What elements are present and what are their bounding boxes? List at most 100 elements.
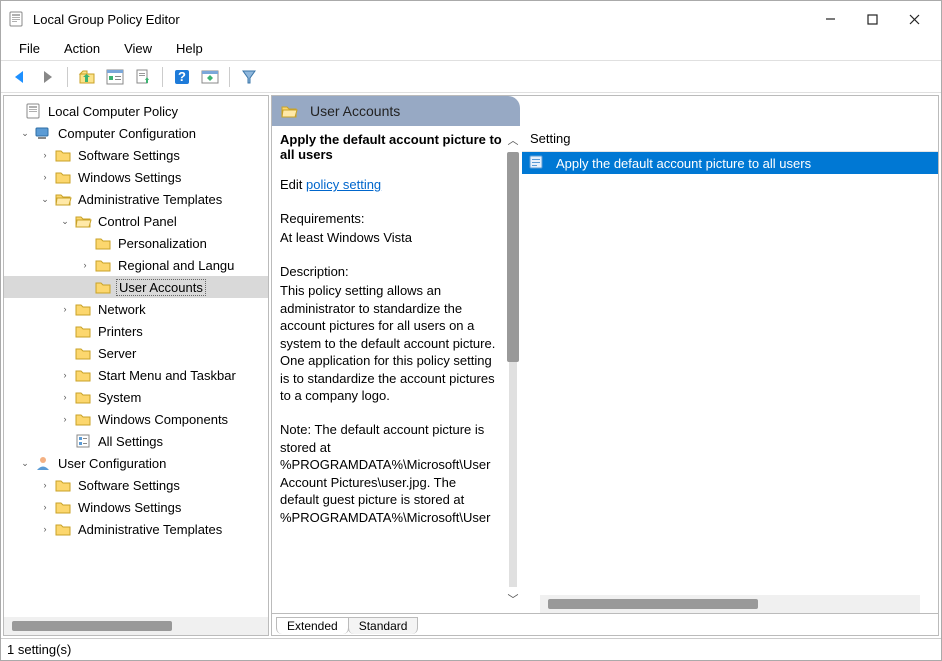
caret-down-icon[interactable]: ⌄ xyxy=(58,214,72,228)
scroll-down-icon[interactable]: ﹀ xyxy=(508,591,519,607)
tree-item-control-panel[interactable]: ⌄ Control Panel xyxy=(4,210,268,232)
tree-item-root[interactable]: Local Computer Policy xyxy=(4,100,268,122)
show-hide-tree-button[interactable] xyxy=(102,64,128,90)
tree-item-system[interactable]: › System xyxy=(4,386,268,408)
folder-icon xyxy=(74,322,92,340)
tree-item-regional[interactable]: › Regional and Langu xyxy=(4,254,268,276)
close-button[interactable] xyxy=(893,4,935,34)
tree-label: User Accounts xyxy=(116,279,206,296)
tree-item-user-config[interactable]: ⌄ User Configuration xyxy=(4,452,268,474)
tree-item-personalization[interactable]: Personalization xyxy=(4,232,268,254)
list-horizontal-scrollbar[interactable] xyxy=(540,595,920,613)
menu-view[interactable]: View xyxy=(112,39,164,58)
tree-label: Network xyxy=(96,302,148,317)
up-button[interactable] xyxy=(74,64,100,90)
list-item[interactable]: Apply the default account picture to all… xyxy=(522,152,938,174)
menu-help[interactable]: Help xyxy=(164,39,215,58)
caret-down-icon[interactable]: ⌄ xyxy=(38,192,52,206)
requirements-label: Requirements: xyxy=(280,210,514,228)
scroll-up-icon[interactable]: ︿ xyxy=(508,132,519,148)
minimize-button[interactable] xyxy=(809,4,851,34)
menu-file[interactable]: File xyxy=(7,39,52,58)
toolbar: ? xyxy=(1,61,941,93)
user-icon xyxy=(34,454,52,472)
tree-label: Personalization xyxy=(116,236,209,251)
caret-right-icon[interactable]: › xyxy=(58,302,72,316)
caret-right-icon[interactable]: › xyxy=(38,522,52,536)
toolbar-separator xyxy=(162,67,163,87)
tree-item-cc-windows[interactable]: › Windows Settings xyxy=(4,166,268,188)
forward-button[interactable] xyxy=(35,64,61,90)
tree-horizontal-scrollbar[interactable] xyxy=(4,617,268,635)
description-note: Note: The default account picture is sto… xyxy=(280,421,514,526)
filter-button[interactable] xyxy=(236,64,262,90)
policy-icon xyxy=(24,102,42,120)
tree-item-printers[interactable]: Printers xyxy=(4,320,268,342)
list-empty-area xyxy=(522,174,938,595)
export-list-button[interactable] xyxy=(130,64,156,90)
main-area: Local Computer Policy ⌄ Computer Configu… xyxy=(1,93,941,638)
scrollbar-thumb[interactable] xyxy=(548,599,758,609)
tree-item-cc-software[interactable]: › Software Settings xyxy=(4,144,268,166)
caret-right-icon[interactable]: › xyxy=(78,258,92,272)
tree-item-server[interactable]: Server xyxy=(4,342,268,364)
folder-icon xyxy=(74,366,92,384)
caret-right-icon[interactable]: › xyxy=(38,170,52,184)
tree-item-uc-software[interactable]: › Software Settings xyxy=(4,474,268,496)
folder-icon xyxy=(74,344,92,362)
details-header-text: User Accounts xyxy=(310,103,400,119)
caret-right-icon[interactable]: › xyxy=(38,500,52,514)
computer-icon xyxy=(34,124,52,142)
scrollbar-thumb[interactable] xyxy=(12,621,172,631)
caret-down-icon[interactable]: ⌄ xyxy=(18,456,32,470)
description-vertical-scrollbar[interactable]: ︿ ﹀ xyxy=(504,126,522,613)
policy-title: Apply the default account picture to all… xyxy=(280,132,514,162)
tree-item-startmenu[interactable]: › Start Menu and Taskbar xyxy=(4,364,268,386)
tree-label: Control Panel xyxy=(96,214,179,229)
tree[interactable]: Local Computer Policy ⌄ Computer Configu… xyxy=(4,96,268,617)
scrollbar-thumb[interactable] xyxy=(507,152,519,362)
settings-list-pane: Setting Apply the default account pictur… xyxy=(522,126,938,613)
tree-label: User Configuration xyxy=(56,456,168,471)
description-label: Description: xyxy=(280,263,514,281)
folder-icon xyxy=(54,520,72,538)
edit-policy-link[interactable]: policy setting xyxy=(306,177,381,192)
help-button[interactable]: ? xyxy=(169,64,195,90)
list-column-header[interactable]: Setting xyxy=(522,126,938,152)
folder-icon xyxy=(74,388,92,406)
tree-item-allsettings[interactable]: All Settings xyxy=(4,430,268,452)
tree-item-uc-admin[interactable]: › Administrative Templates xyxy=(4,518,268,540)
caret-down-icon[interactable]: ⌄ xyxy=(18,126,32,140)
tree-label: Server xyxy=(96,346,138,361)
window-title: Local Group Policy Editor xyxy=(33,12,809,27)
caret-right-icon[interactable]: › xyxy=(58,412,72,426)
tree-item-user-accounts[interactable]: User Accounts xyxy=(4,276,268,298)
tree-label: All Settings xyxy=(96,434,165,449)
titlebar: Local Group Policy Editor xyxy=(1,1,941,37)
menu-action[interactable]: Action xyxy=(52,39,112,58)
caret-right-icon[interactable]: › xyxy=(58,368,72,382)
folder-icon xyxy=(94,278,112,296)
tree-item-uc-windows[interactable]: › Windows Settings xyxy=(4,496,268,518)
folder-open-icon xyxy=(74,212,92,230)
folder-icon xyxy=(74,300,92,318)
tree-item-computer-config[interactable]: ⌄ Computer Configuration xyxy=(4,122,268,144)
back-button[interactable] xyxy=(7,64,33,90)
maximize-button[interactable] xyxy=(851,4,893,34)
tree-item-cc-admin[interactable]: ⌄ Administrative Templates xyxy=(4,188,268,210)
tree-item-wincomp[interactable]: › Windows Components xyxy=(4,408,268,430)
svg-text:?: ? xyxy=(178,69,186,84)
scrollbar-track[interactable] xyxy=(509,152,517,587)
tab-extended[interactable]: Extended xyxy=(276,617,349,634)
tree-label: System xyxy=(96,390,143,405)
options-button[interactable] xyxy=(197,64,223,90)
details-header: User Accounts xyxy=(272,96,520,126)
folder-icon xyxy=(54,168,72,186)
caret-right-icon[interactable]: › xyxy=(38,148,52,162)
caret-right-icon[interactable]: › xyxy=(38,478,52,492)
tree-item-network[interactable]: › Network xyxy=(4,298,268,320)
toolbar-separator xyxy=(229,67,230,87)
caret-right-icon[interactable]: › xyxy=(58,390,72,404)
tab-standard[interactable]: Standard xyxy=(348,617,419,634)
description-body: This policy setting allows an administra… xyxy=(280,282,514,405)
